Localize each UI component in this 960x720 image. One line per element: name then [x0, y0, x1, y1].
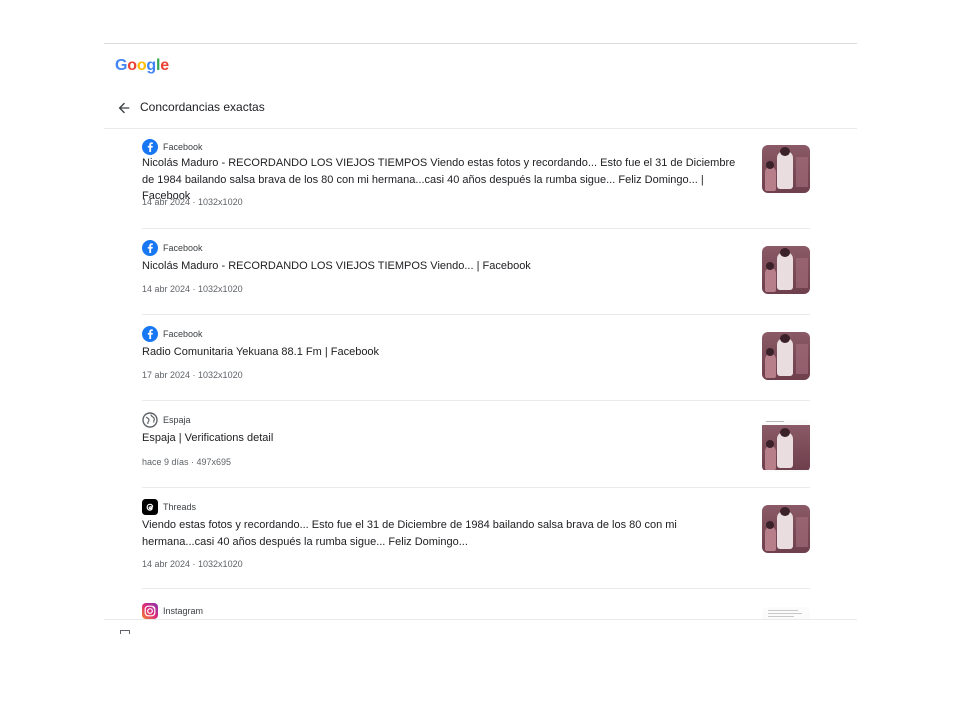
- exact-matches-panel: Google Concordancias exactas Facebook Ni…: [104, 43, 857, 634]
- result-source: Threads: [142, 499, 196, 515]
- result-title[interactable]: Viendo estas fotos y recordando... Esto …: [142, 517, 748, 550]
- result-title[interactable]: Nicolás Maduro - RECORDANDO LOS VIEJOS T…: [142, 258, 748, 275]
- instagram-icon: [142, 603, 158, 619]
- threads-icon: [142, 499, 158, 515]
- result-item[interactable]: Threads Viendo estas fotos y recordando.…: [142, 499, 810, 589]
- logo-letter-e: e: [160, 57, 169, 74]
- logo-letter-g: G: [115, 57, 128, 74]
- logo-letter-g2: g: [146, 57, 156, 74]
- result-item[interactable]: Facebook Nicolás Maduro - RECORDANDO LOS…: [142, 240, 810, 315]
- result-source: Instagram: [142, 603, 203, 619]
- footer-feedback-bar: [104, 619, 857, 634]
- logo-letter-o2: o: [136, 57, 147, 74]
- feedback-checkbox[interactable]: [120, 630, 130, 634]
- result-item[interactable]: Facebook Radio Comunitaria Yekuana 88.1 …: [142, 326, 810, 401]
- google-logo[interactable]: Google: [115, 57, 169, 75]
- result-meta: 14 abr 2024 · 1032x1020: [142, 197, 243, 207]
- result-meta: hace 9 días · 497x695: [142, 457, 232, 467]
- result-title[interactable]: Espaja | Verifications detail: [142, 430, 748, 447]
- source-name: Facebook: [163, 329, 203, 339]
- result-item[interactable]: Espaja Espaja | Verifications detail hac…: [142, 412, 810, 488]
- facebook-icon: [142, 139, 158, 155]
- source-name: Instagram: [163, 606, 204, 616]
- result-source: Facebook: [142, 139, 203, 155]
- facebook-icon: [142, 240, 158, 256]
- result-source: Facebook: [142, 240, 203, 256]
- back-arrow-icon[interactable]: [116, 100, 132, 116]
- result-thumbnail[interactable]: [762, 332, 810, 380]
- facebook-icon: [142, 326, 158, 342]
- result-thumbnail[interactable]: [762, 505, 810, 553]
- result-meta: 14 abr 2024 · 1032x1020: [142, 559, 243, 569]
- source-name: Threads: [163, 502, 197, 512]
- result-thumbnail[interactable]: [762, 420, 810, 472]
- logo-letter-o1: o: [127, 57, 137, 74]
- result-source: Espaja: [142, 412, 191, 428]
- result-item[interactable]: Facebook Nicolás Maduro - RECORDANDO LOS…: [142, 139, 810, 229]
- result-meta: 17 abr 2024 · 1032x1020: [142, 370, 243, 380]
- page-title: Concordancias exactas: [140, 100, 265, 114]
- source-name: Facebook: [163, 243, 203, 253]
- source-name: Espaja: [163, 415, 191, 425]
- results-header: Concordancias exactas: [104, 91, 857, 129]
- result-title[interactable]: Radio Comunitaria Yekuana 88.1 Fm | Face…: [142, 344, 748, 361]
- result-thumbnail[interactable]: [762, 145, 810, 193]
- source-name: Facebook: [163, 142, 203, 152]
- result-source: Facebook: [142, 326, 203, 342]
- result-thumbnail[interactable]: [762, 246, 810, 294]
- globe-icon: [142, 412, 158, 428]
- result-meta: 14 abr 2024 · 1032x1020: [142, 284, 243, 294]
